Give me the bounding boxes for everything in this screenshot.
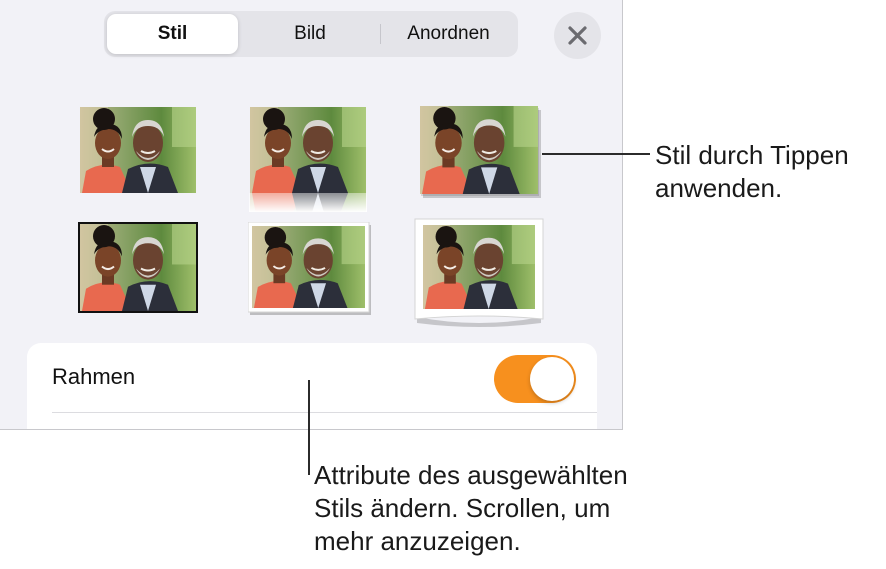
style-preview-image — [78, 222, 198, 313]
callout-style-tip-line: Stil durch Tippen — [655, 140, 849, 170]
style-thumbnail-drop-shadow[interactable] — [418, 104, 544, 200]
frame-label: Rahmen — [52, 364, 136, 389]
tab-bild[interactable]: Bild — [242, 14, 378, 54]
tab-anordnen[interactable]: Anordnen — [382, 14, 515, 54]
style-preview-image — [414, 218, 544, 327]
frame-toggle[interactable] — [494, 355, 576, 403]
style-thumbnail-reflection[interactable] — [249, 106, 367, 212]
style-thumbnail-thin-border[interactable] — [78, 222, 198, 313]
style-preview-image — [420, 106, 541, 198]
style-thumbnail-curled-frame[interactable] — [413, 217, 547, 329]
callout-attributes-tip: Attribute des ausgewählten Stils ändern.… — [314, 459, 628, 558]
callout-attributes-tip-line: Stils ändern. Scrollen, um — [314, 493, 611, 523]
style-thumbnail-white-frame[interactable] — [248, 222, 374, 316]
style-settings-card: Rahmen — [27, 343, 597, 429]
tab-stil[interactable]: Stil — [107, 14, 238, 54]
callout-line-attributes — [308, 380, 310, 475]
toggle-knob — [530, 357, 574, 401]
screen: Stil Bild Anordnen Rahmen Stil durch Tip… — [0, 0, 886, 569]
row-separator — [52, 412, 597, 413]
callout-attributes-tip-line: Attribute des ausgewählten — [314, 460, 628, 490]
style-preview-image — [249, 107, 367, 212]
callout-style-tip-line: anwenden. — [655, 173, 783, 203]
tab-divider — [380, 24, 381, 44]
callout-line-style — [542, 153, 650, 155]
callout-attributes-tip-line: mehr anzuzeigen. — [314, 526, 521, 556]
format-popover: Stil Bild Anordnen Rahmen — [0, 0, 623, 430]
callout-style-tip: Stil durch Tippen anwenden. — [655, 139, 849, 205]
style-preview-image — [248, 222, 371, 315]
close-icon — [568, 26, 587, 45]
close-button[interactable] — [554, 12, 601, 59]
tab-bar: Stil Bild Anordnen — [104, 11, 518, 57]
style-thumbnail-plain[interactable] — [79, 106, 197, 194]
style-preview-image — [80, 107, 196, 193]
